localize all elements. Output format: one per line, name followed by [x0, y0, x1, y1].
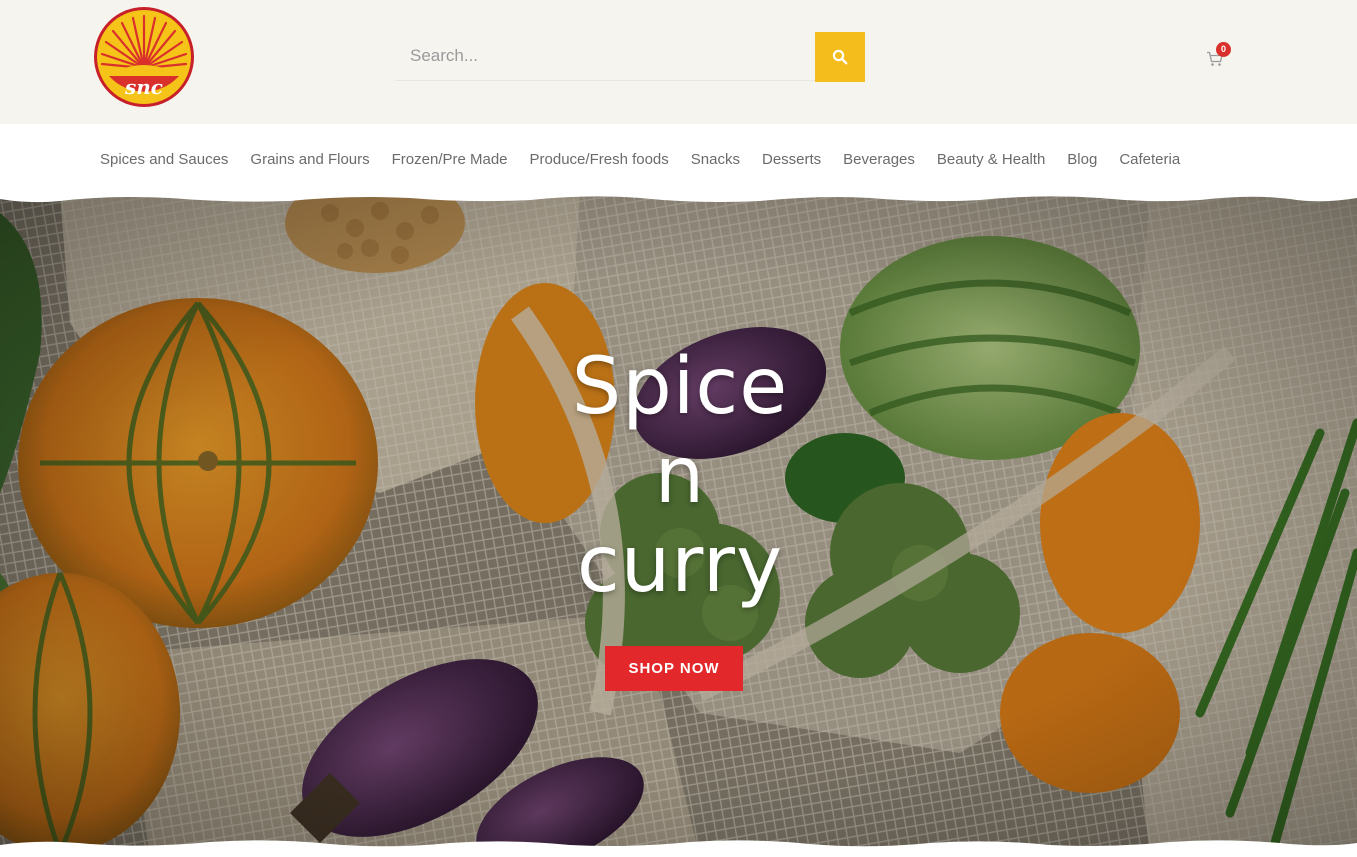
sun-logo-icon: snc: [94, 7, 194, 107]
hero-title: Spice n curry: [480, 343, 880, 610]
nav-item-beauty-health[interactable]: Beauty & Health: [926, 151, 1056, 168]
nav-list: Spices and Sauces Grains and Flours Froz…: [89, 151, 1191, 168]
torn-edge-top: [0, 190, 1357, 203]
nav-item-frozen-pre-made[interactable]: Frozen/Pre Made: [381, 151, 519, 168]
main-nav: Spices and Sauces Grains and Flours Froz…: [0, 124, 1357, 200]
cart-count-badge: 0: [1216, 42, 1231, 57]
hero-title-line-2: n: [654, 431, 706, 521]
site-logo[interactable]: snc: [93, 6, 195, 108]
shop-now-button[interactable]: SHOP NOW: [605, 646, 743, 691]
search-button[interactable]: [815, 32, 865, 82]
hero-banner: Spice n curry SHOP NOW: [0, 193, 1357, 857]
nav-item-grains-and-flours[interactable]: Grains and Flours: [239, 151, 380, 168]
search-input[interactable]: [395, 32, 815, 81]
hero-title-line-3: curry: [576, 520, 784, 610]
torn-edge-bottom: [0, 840, 1357, 857]
nav-item-cafeteria[interactable]: Cafeteria: [1108, 151, 1191, 168]
logo-text: snc: [124, 75, 163, 99]
nav-item-beverages[interactable]: Beverages: [832, 151, 926, 168]
search-icon: [832, 49, 848, 65]
nav-item-produce-fresh-foods[interactable]: Produce/Fresh foods: [519, 151, 680, 168]
site-header: snc 0: [0, 0, 1357, 124]
nav-item-desserts[interactable]: Desserts: [751, 151, 832, 168]
nav-item-spices-and-sauces[interactable]: Spices and Sauces: [89, 151, 239, 168]
nav-item-snacks[interactable]: Snacks: [680, 151, 751, 168]
cart-button[interactable]: 0: [1206, 42, 1234, 68]
search-bar: [395, 32, 865, 82]
hero-title-line-1: Spice: [571, 342, 789, 432]
nav-item-blog[interactable]: Blog: [1056, 151, 1108, 168]
